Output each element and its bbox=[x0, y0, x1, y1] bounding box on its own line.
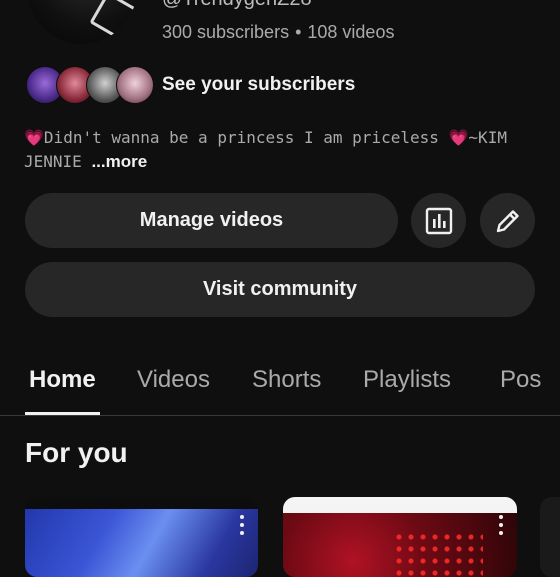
channel-description[interactable]: 💗Didn't wanna be a princess I am pricele… bbox=[24, 126, 534, 174]
more-vert-icon[interactable] bbox=[499, 515, 503, 535]
thumbnail-image bbox=[393, 531, 483, 577]
channel-stats: 300 subscribers • 108 videos bbox=[162, 22, 394, 43]
subscriber-avatars[interactable] bbox=[26, 66, 154, 104]
channel-handle: @TrendygenZ28 bbox=[162, 0, 312, 11]
video-card[interactable] bbox=[540, 497, 560, 577]
video-card[interactable] bbox=[25, 497, 258, 577]
manage-videos-button[interactable]: Manage videos bbox=[25, 193, 398, 248]
tab-shorts[interactable]: Shorts bbox=[252, 366, 321, 394]
description-line1-tail: ~KIM bbox=[468, 128, 507, 147]
channel-tabs: Home Videos Shorts Playlists Pos bbox=[0, 360, 560, 416]
edit-channel-button[interactable] bbox=[480, 193, 535, 248]
video-count: 108 videos bbox=[307, 22, 395, 42]
tab-posts[interactable]: Pos bbox=[500, 366, 541, 394]
analytics-button[interactable] bbox=[411, 193, 466, 248]
visit-community-button[interactable]: Visit community bbox=[25, 262, 535, 317]
subscriber-count: 300 subscribers bbox=[162, 22, 290, 42]
tab-playlists[interactable]: Playlists bbox=[363, 366, 451, 394]
analytics-icon bbox=[425, 207, 452, 234]
tabs-divider bbox=[0, 415, 560, 416]
heart-icon: 💗 bbox=[448, 128, 469, 147]
more-vert-icon[interactable] bbox=[240, 515, 244, 535]
description-line1: Didn't wanna be a princess I am priceles… bbox=[43, 128, 449, 147]
see-subscribers-link[interactable]: See your subscribers bbox=[162, 74, 355, 96]
channel-avatar[interactable] bbox=[26, 0, 138, 44]
more-link[interactable]: ...more bbox=[91, 152, 147, 171]
description-line2: JENNIE bbox=[24, 152, 92, 171]
tab-videos[interactable]: Videos bbox=[137, 366, 210, 394]
avatar-glyph-icon bbox=[89, 0, 138, 41]
subscriber-avatar bbox=[116, 66, 154, 104]
stats-separator: • bbox=[295, 22, 302, 42]
tab-home[interactable]: Home bbox=[29, 366, 96, 394]
heart-icon: 💗 bbox=[24, 128, 44, 147]
video-card[interactable] bbox=[283, 497, 517, 577]
section-title: For you bbox=[25, 437, 128, 468]
pencil-icon bbox=[496, 209, 519, 232]
